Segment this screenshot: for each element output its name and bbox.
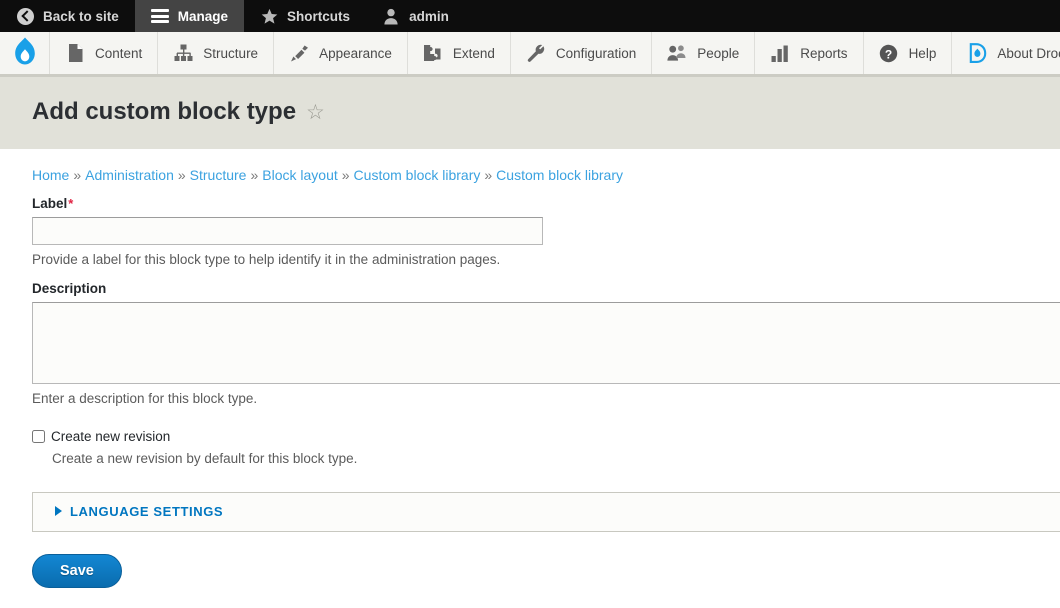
admin-tab-shortcuts[interactable]: Shortcuts — [244, 0, 366, 32]
admin-tab-back-to-site[interactable]: Back to site — [0, 0, 135, 32]
breadcrumb: Home» Administration» Structure» Block layo… — [32, 149, 1060, 196]
droopler-droplet-icon — [967, 43, 987, 63]
form-item-create-new-revision: Create new revision — [32, 429, 1060, 444]
hamburger-icon — [150, 7, 169, 25]
main-content: Home» Administration» Structure» Block layo… — [0, 149, 1060, 608]
label-field-description: Provide a label for this block type to h… — [32, 252, 501, 268]
breadcrumb-link-custom-block-library[interactable]: Custom block library — [354, 167, 481, 183]
wrench-icon — [526, 43, 546, 63]
save-button[interactable]: Save — [32, 553, 122, 588]
language-settings-summary-label: LANGUAGE SETTINGS — [70, 503, 224, 519]
menu-item-extend[interactable]: Extend — [408, 32, 511, 74]
menu-item-label: Reports — [800, 45, 848, 61]
menu-item-label: Structure — [203, 45, 259, 61]
bookmark-star-icon[interactable]: ☆ — [306, 102, 325, 123]
description-field-label: Description — [32, 280, 107, 296]
breadcrumb-link-administration[interactable]: Administration — [85, 167, 174, 183]
user-icon — [382, 7, 400, 25]
create-new-revision-description: Create a new revision by default for thi… — [52, 450, 358, 466]
admin-tab-label: Shortcuts — [287, 8, 351, 24]
page-title-band: Add custom block type ☆ — [0, 77, 1060, 150]
page-icon — [65, 43, 85, 63]
drupal-droplet-logo[interactable] — [0, 32, 50, 74]
language-settings-summary[interactable]: LANGUAGE SETTINGS — [55, 504, 1060, 519]
breadcrumb-link-structure[interactable]: Structure — [190, 167, 247, 183]
menu-item-label: Configuration — [555, 45, 637, 61]
label-field-label-text: Label — [32, 196, 68, 212]
menu-item-label: Help — [908, 45, 937, 61]
menu-item-help[interactable]: ? Help — [864, 32, 953, 74]
breadcrumb-link-custom-block-library-2[interactable]: Custom block library — [496, 167, 623, 183]
question-mark-icon: ? — [879, 43, 899, 63]
language-settings-details[interactable]: LANGUAGE SETTINGS — [32, 491, 1060, 532]
page-title-text: Add custom block type — [32, 98, 297, 125]
administration-menu: Content Structure Appearance Extend Conf… — [0, 32, 1060, 77]
admin-tab-label: Manage — [177, 8, 229, 24]
sitemap-icon — [173, 43, 193, 63]
admin-tab-label: Back to site — [43, 8, 119, 24]
chevron-right-icon — [55, 506, 62, 517]
page-title: Add custom block type ☆ — [32, 98, 1060, 125]
menu-item-reports[interactable]: Reports — [755, 32, 864, 74]
menu-item-content[interactable]: Content — [50, 32, 159, 74]
people-icon — [667, 43, 687, 63]
label-input[interactable] — [32, 217, 543, 246]
menu-item-appearance[interactable]: Appearance — [274, 32, 408, 74]
bar-chart-icon — [770, 43, 790, 63]
back-arrow-icon — [16, 7, 34, 25]
menu-item-people[interactable]: People — [652, 32, 756, 74]
create-new-revision-label[interactable]: Create new revision — [51, 429, 170, 444]
menu-item-label: About Droopler — [997, 45, 1060, 61]
label-field-label: Label* — [32, 196, 1060, 211]
required-asterisk: * — [68, 196, 74, 212]
admin-tab-manage[interactable]: Manage — [134, 0, 245, 32]
breadcrumb-separator: » — [484, 167, 493, 184]
add-custom-block-type-form: Label* Provide a label for this block ty… — [32, 196, 1060, 607]
menu-item-about-droopler[interactable]: About Droopler — [952, 32, 1060, 74]
admin-toolbar: Back to site Manage Shortcuts admin — [0, 0, 1060, 32]
menu-item-label: Extend — [452, 45, 495, 61]
form-item-description: Description Enter a description for this… — [32, 281, 1060, 409]
admin-tab-user-admin[interactable]: admin — [366, 0, 465, 32]
star-icon — [260, 7, 278, 25]
create-new-revision-checkbox[interactable] — [32, 429, 45, 443]
breadcrumb-separator: » — [250, 167, 259, 184]
menu-item-configuration[interactable]: Configuration — [511, 32, 653, 74]
paintbrush-icon — [289, 43, 309, 63]
menu-item-label: People — [697, 45, 740, 61]
puzzle-piece-icon — [423, 43, 443, 63]
breadcrumb-link-block-layout[interactable]: Block layout — [262, 167, 337, 183]
description-textarea[interactable] — [32, 301, 1060, 384]
description-field-description: Enter a description for this block type. — [32, 390, 258, 406]
breadcrumb-separator: » — [73, 167, 82, 184]
breadcrumb-separator: » — [177, 167, 186, 184]
menu-item-label: Content — [95, 45, 143, 61]
breadcrumb-separator: » — [341, 167, 350, 184]
admin-tab-label: admin — [409, 8, 449, 24]
menu-item-label: Appearance — [319, 45, 392, 61]
form-item-label: Label* Provide a label for this block ty… — [32, 196, 1060, 270]
svg-text:?: ? — [885, 47, 892, 61]
menu-item-structure[interactable]: Structure — [158, 32, 275, 74]
breadcrumb-link-home[interactable]: Home — [32, 167, 69, 183]
